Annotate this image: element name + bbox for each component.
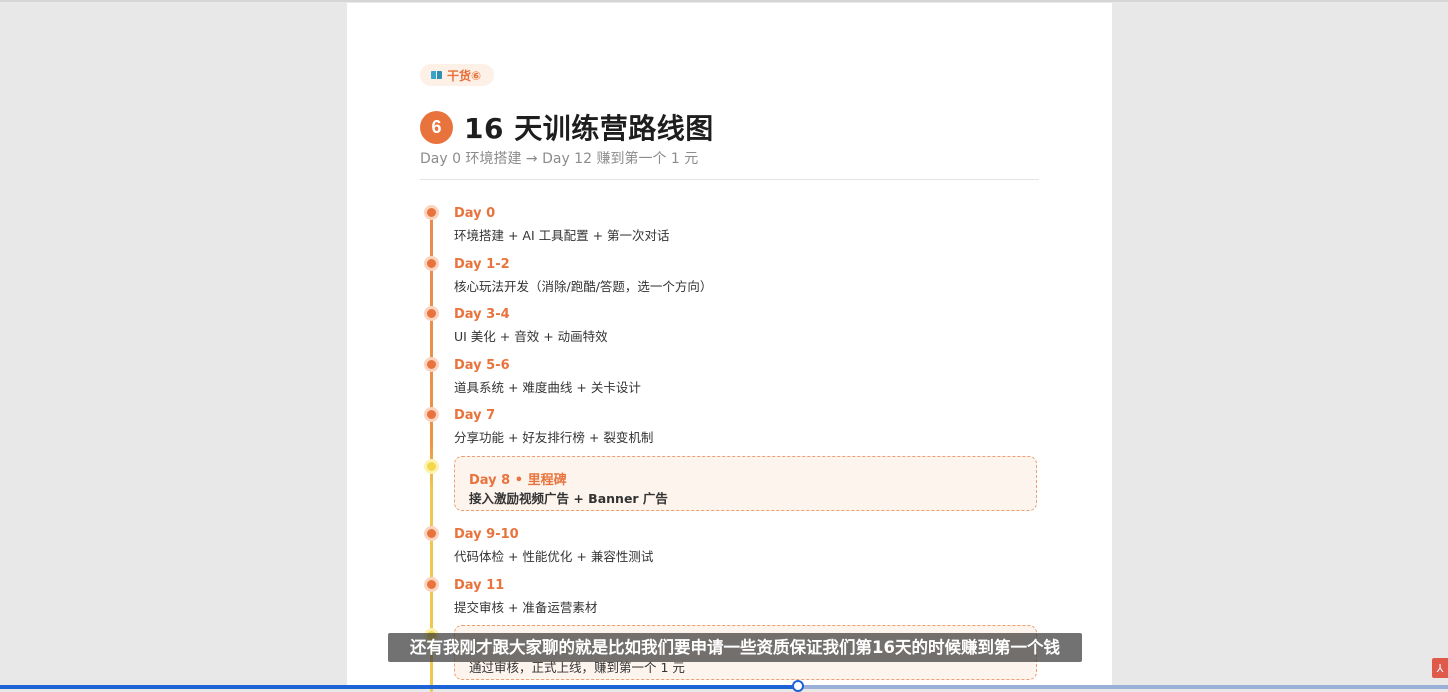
- timeline-desc: 核心玩法开发（消除/跑酷/答题，选一个方向）: [454, 279, 713, 294]
- timeline-desc: 提交审核 + 准备运营素材: [454, 600, 598, 615]
- timeline-dot: [424, 205, 439, 220]
- title-row: 6 16 天训练营路线图: [420, 107, 714, 147]
- milestone-card: Day 8 • 里程碑 接入激励视频广告 + Banner 广告: [454, 456, 1037, 511]
- timeline-desc: 分享功能 + 好友排行榜 + 裂变机制: [454, 430, 654, 445]
- timeline-dot: [424, 526, 439, 541]
- timeline-day: Day 1-2: [454, 257, 510, 272]
- section-number: 6: [420, 110, 453, 144]
- video-progress-handle[interactable]: [792, 680, 804, 692]
- timeline-day: Day 5-6: [454, 358, 510, 373]
- timeline-line: [430, 211, 433, 692]
- timeline-dot: [424, 357, 439, 372]
- pdf-icon[interactable]: ⅄: [1432, 658, 1448, 678]
- timeline-dot: [424, 306, 439, 321]
- video-progress-fill: [0, 685, 798, 689]
- divider: [420, 179, 1039, 180]
- milestone-dot: [424, 459, 439, 474]
- badge-label: 干货⑥: [447, 68, 482, 83]
- category-badge: 干货⑥: [420, 64, 495, 86]
- page-subtitle: Day 0 环境搭建 → Day 12 赚到第一个 1 元: [420, 151, 699, 167]
- timeline-dot: [424, 256, 439, 271]
- timeline-desc: 代码体检 + 性能优化 + 兼容性测试: [454, 549, 654, 564]
- timeline-dot: [424, 577, 439, 592]
- milestone-desc: 接入激励视频广告 + Banner 广告: [469, 491, 668, 506]
- book-icon: [431, 71, 442, 79]
- document-page: 干货⑥ 6 16 天训练营路线图 Day 0 环境搭建 → Day 12 赚到第…: [347, 3, 1112, 692]
- timeline-dot: [424, 407, 439, 422]
- video-subtitle: 还有我刚才跟大家聊的就是比如我们要申请一些资质保证我们第16天的时候赚到第一个钱: [388, 633, 1082, 662]
- timeline-desc: 道具系统 + 难度曲线 + 关卡设计: [454, 380, 641, 395]
- timeline-day: Day 9-10: [454, 527, 519, 542]
- timeline-day: Day 0: [454, 206, 496, 221]
- timeline-day: Day 7: [454, 408, 496, 423]
- page-title: 16 天训练营路线图: [464, 112, 714, 145]
- timeline-day: Day 3-4: [454, 307, 510, 322]
- timeline-desc: 环境搭建 + AI 工具配置 + 第一次对话: [454, 228, 670, 243]
- timeline-day: Day 11: [454, 578, 505, 593]
- timeline-desc: UI 美化 + 音效 + 动画特效: [454, 329, 608, 344]
- milestone-day: Day 8 • 里程碑: [469, 473, 567, 488]
- window-top-border: [0, 0, 1448, 2]
